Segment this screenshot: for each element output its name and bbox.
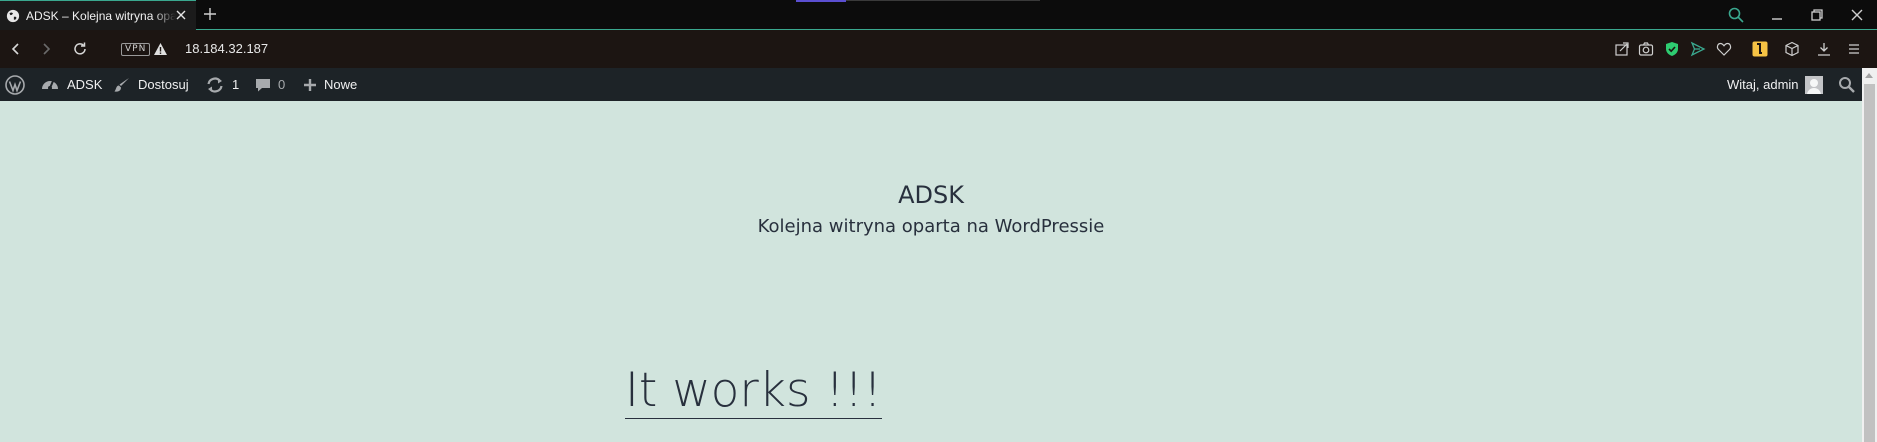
share-icon[interactable] bbox=[1614, 41, 1630, 57]
url-field[interactable]: 18.184.32.187 bbox=[185, 41, 268, 56]
cube-icon[interactable] bbox=[1784, 41, 1800, 57]
comment-bubble-icon bbox=[256, 78, 270, 91]
minimize-icon[interactable] bbox=[1768, 6, 1786, 24]
dashboard-gauge-icon bbox=[42, 80, 58, 90]
browser-address-bar: VPN 18.184.32.187 bbox=[0, 30, 1877, 68]
search-tabs-icon[interactable] bbox=[1727, 6, 1745, 24]
wordpress-logo-icon bbox=[5, 74, 25, 95]
camera-icon[interactable] bbox=[1638, 41, 1654, 57]
wordpress-logo-menu[interactable] bbox=[5, 68, 32, 101]
scrollbar-thumb[interactable] bbox=[1864, 84, 1875, 442]
new-content-menu[interactable]: Nowe bbox=[303, 68, 357, 101]
tab-title: ADSK – Kolejna witryna oparta na WordPre… bbox=[26, 8, 176, 23]
greeting-label: Witaj, admin bbox=[1727, 77, 1799, 92]
new-tab-plus-icon[interactable] bbox=[202, 6, 218, 22]
browser-tab-strip: ADSK – Kolejna witryna oparta na WordPre… bbox=[0, 0, 1877, 30]
paintbrush-icon bbox=[114, 77, 129, 92]
site-title[interactable]: ADSK bbox=[0, 181, 1862, 209]
menu-icon[interactable] bbox=[1846, 41, 1862, 57]
forward-arrow-icon[interactable] bbox=[38, 41, 54, 57]
tab-strip-highlight bbox=[796, 0, 846, 2]
close-tab-icon[interactable] bbox=[174, 8, 188, 22]
extension-t-icon[interactable] bbox=[1752, 41, 1768, 57]
close-window-icon[interactable] bbox=[1848, 6, 1866, 24]
heart-icon[interactable] bbox=[1716, 41, 1732, 57]
updates-refresh-icon bbox=[207, 76, 223, 93]
customize-label: Dostosuj bbox=[138, 77, 189, 92]
browser-tab-active[interactable]: ADSK – Kolejna witryna oparta na WordPre… bbox=[0, 0, 196, 30]
search-icon bbox=[1839, 76, 1855, 93]
reload-icon[interactable] bbox=[72, 41, 88, 57]
vpn-badge[interactable]: VPN bbox=[121, 43, 151, 56]
comments-link[interactable]: 0 bbox=[255, 68, 285, 101]
my-account-menu[interactable]: Witaj, admin bbox=[1727, 68, 1823, 101]
shield-check-icon[interactable] bbox=[1664, 41, 1680, 57]
tab-strip-divider bbox=[846, 0, 1040, 1]
updates-link[interactable]: 1 bbox=[205, 68, 239, 101]
customize-link[interactable]: Dostosuj bbox=[113, 68, 189, 101]
scroll-up-arrow-icon[interactable] bbox=[1865, 73, 1873, 78]
page-scrollbar[interactable] bbox=[1862, 68, 1877, 442]
avatar bbox=[1804, 75, 1823, 94]
warning-icon[interactable] bbox=[153, 42, 168, 56]
comments-count: 0 bbox=[278, 77, 286, 92]
site-description: Kolejna witryna oparta na WordPressie bbox=[757, 216, 1105, 237]
plus-icon bbox=[304, 78, 316, 91]
updates-count: 1 bbox=[232, 77, 240, 92]
site-name-label: ADSK bbox=[67, 77, 103, 92]
admin-search[interactable] bbox=[1838, 68, 1863, 101]
restore-icon[interactable] bbox=[1808, 6, 1826, 24]
download-icon[interactable] bbox=[1816, 41, 1832, 57]
globe-icon bbox=[6, 9, 20, 22]
site-name-menu[interactable]: ADSK bbox=[40, 68, 102, 101]
wp-admin-bar: ADSK Dostosuj 1 0 Nowe Witaj, admin bbox=[0, 68, 1862, 101]
post-title-link[interactable]: It works !!! bbox=[625, 364, 882, 419]
new-label: Nowe bbox=[324, 77, 358, 92]
send-icon[interactable] bbox=[1690, 41, 1706, 57]
back-arrow-icon[interactable] bbox=[8, 41, 24, 57]
